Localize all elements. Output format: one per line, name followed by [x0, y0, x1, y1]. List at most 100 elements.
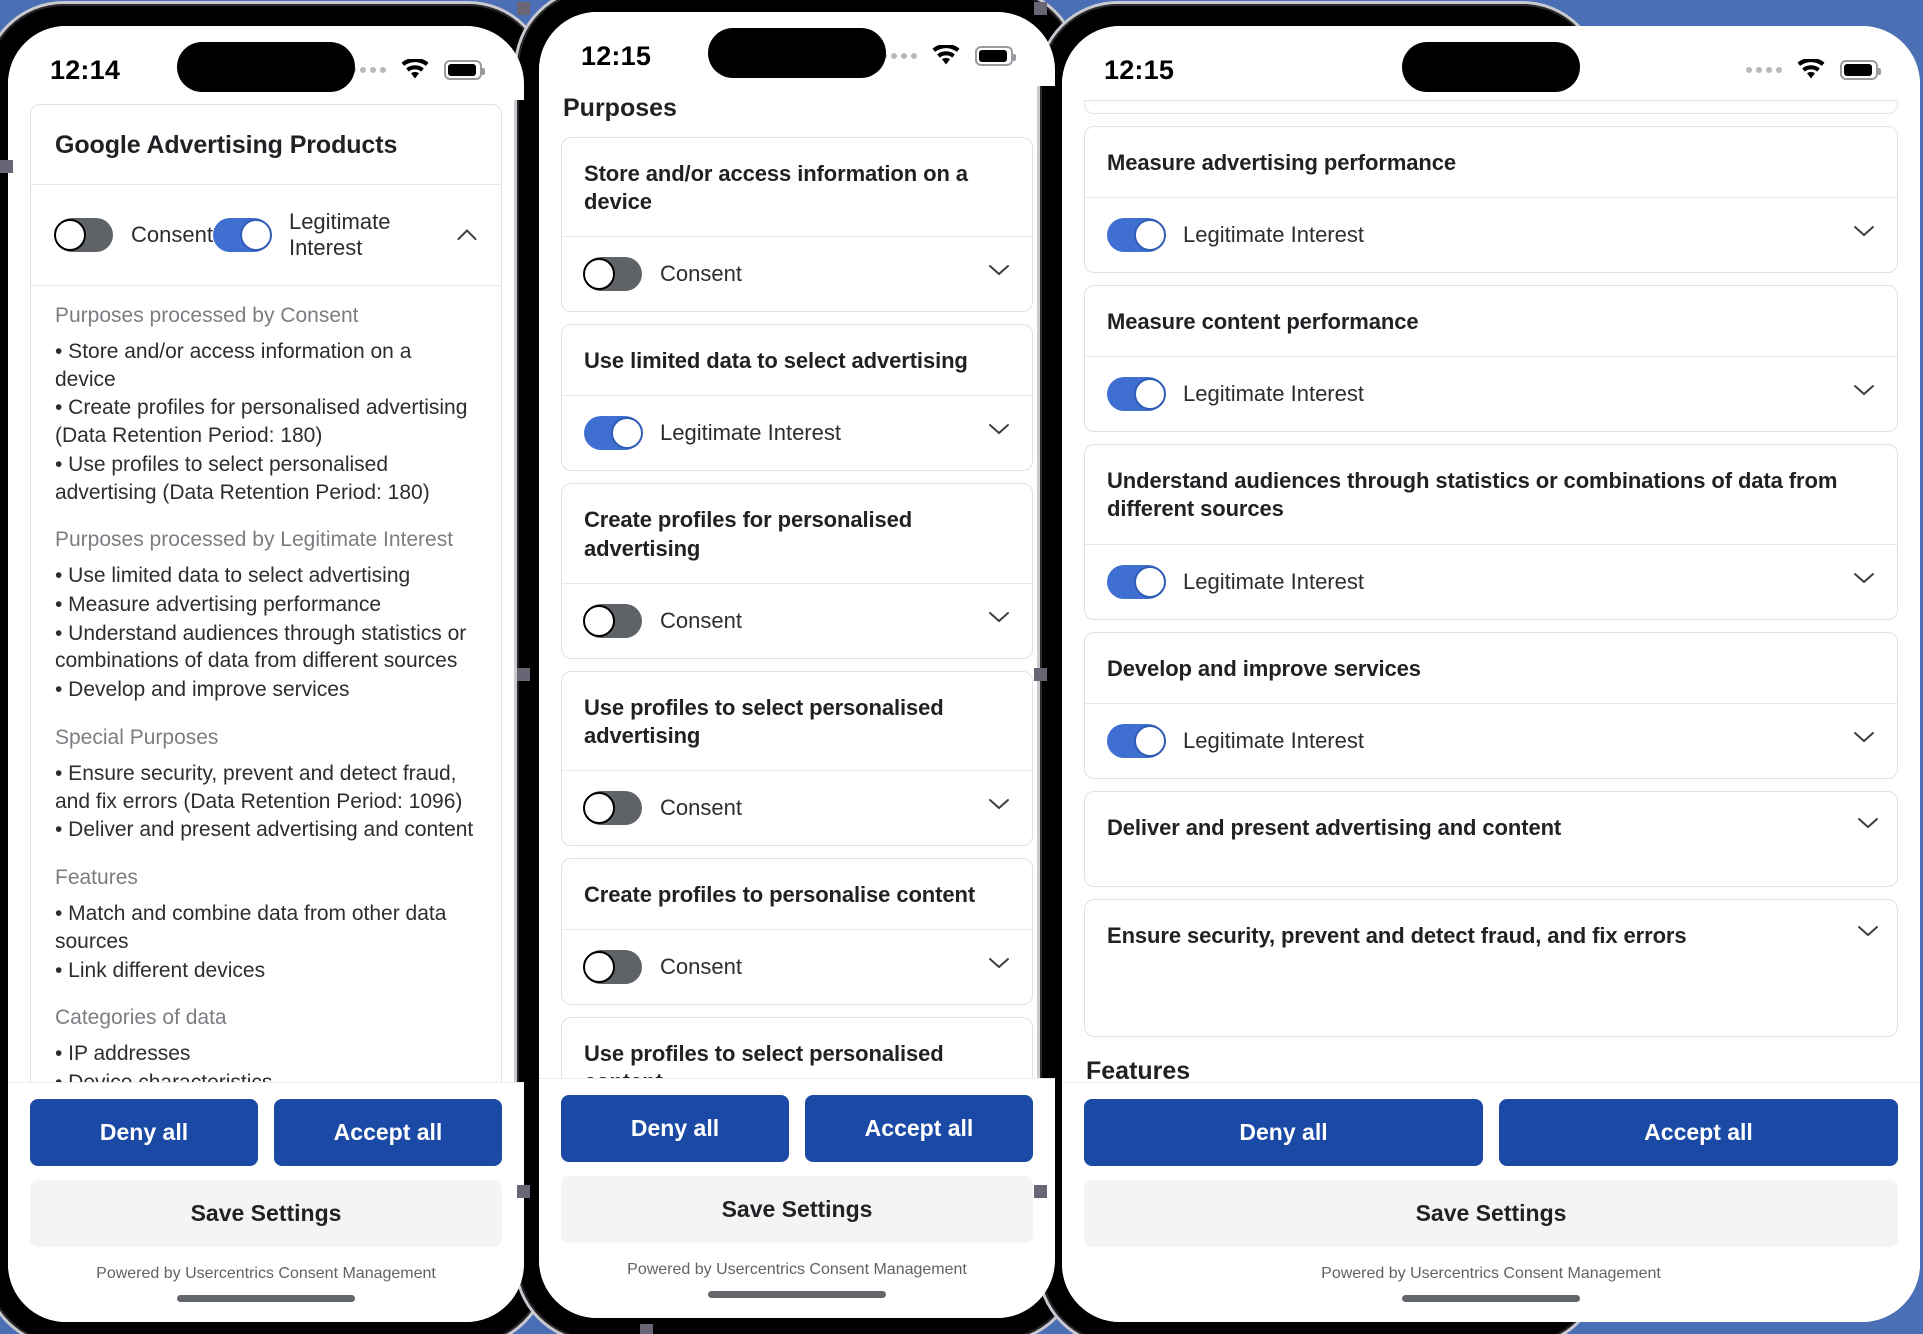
purpose-toggle[interactable] [583, 791, 642, 826]
purpose-toggle[interactable] [583, 603, 642, 638]
legitimate-interest-toggle-label: Legitimate Interest [288, 209, 391, 260]
vendor-info-card: Google Advertising Products Consent Legi… [30, 104, 502, 1082]
chevron-up-icon[interactable] [457, 224, 477, 247]
selection-handle[interactable] [517, 2, 530, 15]
footer-actions-1: Deny all Accept all Save Settings Powere… [8, 1082, 524, 1322]
chevron-down-icon[interactable] [988, 956, 1010, 978]
purpose-title-text: Deliver and present advertising and cont… [1107, 814, 1562, 840]
accept-all-button[interactable]: Accept all [1499, 1099, 1898, 1166]
footer-actions-3: Deny all Accept all Save Settings Powere… [1062, 1082, 1920, 1322]
purpose-title-text: Ensure security, prevent and detect frau… [1107, 922, 1687, 948]
consent-toggle[interactable] [54, 218, 113, 252]
purpose-toggle-label: Legitimate Interest [1183, 568, 1364, 594]
list-item: • IP addresses [55, 1042, 191, 1066]
accept-all-button[interactable]: Accept all [274, 1099, 502, 1166]
purpose-card-collapsed[interactable]: Deliver and present advertising and cont… [1084, 790, 1898, 887]
purpose-card[interactable]: Store and/or access information on a dev… [561, 137, 1033, 313]
legitimate-interest-toggle[interactable] [212, 218, 272, 252]
wifi-icon [931, 45, 961, 67]
chevron-down-icon[interactable] [988, 422, 1010, 444]
deny-all-button[interactable]: Deny all [561, 1095, 789, 1162]
purpose-toggle-row[interactable]: Legitimate Interest [1085, 198, 1897, 272]
chevron-down-icon[interactable] [988, 797, 1010, 819]
legitimate-interest-toggle-group[interactable]: Legitimate Interest [212, 209, 477, 261]
list-item: • Use limited data to select advertising [55, 564, 411, 588]
purpose-card[interactable]: Use profiles to select personalised adve… [561, 670, 1033, 847]
chevron-down-icon[interactable] [1857, 816, 1879, 838]
phone-screen-3: 12:15 Measure advertising performance Le… [1062, 26, 1920, 1322]
list-item: • Use profiles to select personalised ad… [55, 452, 430, 504]
purpose-card[interactable]: Use profiles to select personalised cont… [561, 1017, 1033, 1078]
purpose-toggle-row[interactable]: Consent [562, 237, 1032, 311]
chevron-down-icon[interactable] [1853, 571, 1875, 593]
purpose-toggle[interactable] [1107, 218, 1166, 253]
purpose-title: Understand audiences through statistics … [1085, 445, 1897, 545]
chevron-down-icon[interactable] [988, 263, 1010, 285]
signal-dots-icon [881, 53, 917, 59]
purpose-toggle[interactable] [1107, 564, 1166, 599]
selection-handle[interactable] [517, 668, 530, 681]
purpose-toggle-label: Consent [660, 954, 742, 980]
section-title-purposes: Purposes [563, 94, 677, 122]
status-indicators [881, 45, 1016, 67]
purpose-card[interactable]: Understand audiences through statistics … [1084, 444, 1898, 620]
purpose-toggle[interactable] [1107, 377, 1166, 412]
purpose-toggle-row[interactable]: Consent [562, 771, 1032, 845]
list-item: • Link different devices [55, 958, 266, 982]
save-settings-button[interactable]: Save Settings [1084, 1180, 1898, 1247]
selection-handle[interactable] [640, 1324, 653, 1334]
purpose-toggle-row[interactable]: Legitimate Interest [1085, 704, 1897, 778]
purpose-toggle-row[interactable]: Legitimate Interest [562, 396, 1032, 470]
phone3-content[interactable]: Measure advertising performance Legitima… [1062, 100, 1920, 1082]
deny-all-button[interactable]: Deny all [30, 1099, 258, 1166]
dynamic-island [1402, 42, 1580, 92]
purpose-card[interactable]: Measure advertising performance Legitima… [1084, 126, 1898, 274]
purpose-toggle[interactable] [583, 950, 642, 985]
detail-group-list: • Use limited data to select advertising… [55, 562, 477, 704]
phone2-content[interactable]: Purposes Store and/or access information… [539, 86, 1055, 1078]
phone1-content[interactable]: Google Advertising Products Consent Legi… [8, 100, 524, 1082]
signal-dots-icon [350, 67, 386, 73]
vendor-toggle-row: Consent Legitimate Interest [31, 185, 501, 286]
deny-all-button[interactable]: Deny all [1084, 1099, 1483, 1166]
selection-handle[interactable] [1034, 668, 1047, 681]
purpose-toggle-label: Consent [660, 261, 742, 287]
consent-toggle-group[interactable]: Consent [54, 218, 213, 252]
purpose-card[interactable]: Create profiles for personalised adverti… [561, 483, 1033, 659]
accept-all-button[interactable]: Accept all [805, 1095, 1033, 1162]
chevron-down-icon[interactable] [1853, 730, 1875, 752]
selection-handle[interactable] [1034, 2, 1047, 15]
detail-group: Categories of data • IP addresses • Devi… [55, 1006, 477, 1082]
purpose-toggle[interactable] [583, 257, 642, 292]
purpose-toggle-row[interactable]: Consent [562, 930, 1032, 1004]
purpose-card[interactable]: Measure content performance Legitimate I… [1084, 285, 1898, 433]
purpose-card[interactable]: Develop and improve services Legitimate … [1084, 631, 1898, 779]
status-clock: 12:15 [1104, 54, 1175, 85]
status-indicators [350, 59, 485, 81]
save-settings-button[interactable]: Save Settings [30, 1180, 502, 1247]
purpose-toggle[interactable] [584, 416, 643, 451]
purpose-card[interactable]: Create profiles to personalise content C… [561, 858, 1033, 1006]
purpose-toggle-row[interactable]: Legitimate Interest [1085, 357, 1897, 431]
selection-handle[interactable] [1034, 1185, 1047, 1198]
purpose-card[interactable]: Use limited data to select advertising L… [561, 324, 1033, 472]
list-item: • Deliver and present advertising and co… [55, 818, 474, 842]
selection-handle[interactable] [0, 160, 13, 173]
purpose-toggle[interactable] [1107, 723, 1166, 758]
battery-icon [444, 60, 485, 80]
chevron-down-icon[interactable] [1853, 224, 1875, 246]
purpose-title: Measure content performance [1085, 286, 1897, 358]
save-settings-button[interactable]: Save Settings [561, 1176, 1033, 1243]
selection-handle[interactable] [517, 1185, 530, 1198]
purpose-toggle-row[interactable]: Legitimate Interest [1085, 545, 1897, 619]
chevron-down-icon[interactable] [1853, 383, 1875, 405]
purpose-toggle-row[interactable]: Consent [562, 584, 1032, 658]
chevron-down-icon[interactable] [988, 610, 1010, 632]
detail-group-list: • IP addresses • Device characteristics [55, 1040, 477, 1082]
status-bar-3: 12:15 [1062, 26, 1920, 100]
purpose-title: Measure advertising performance [1085, 127, 1897, 199]
purpose-card-collapsed[interactable]: Ensure security, prevent and detect frau… [1084, 898, 1898, 1037]
home-indicator [1402, 1295, 1580, 1302]
chevron-down-icon[interactable] [1857, 924, 1879, 946]
detail-group: Purposes processed by Consent • Store an… [55, 304, 477, 506]
